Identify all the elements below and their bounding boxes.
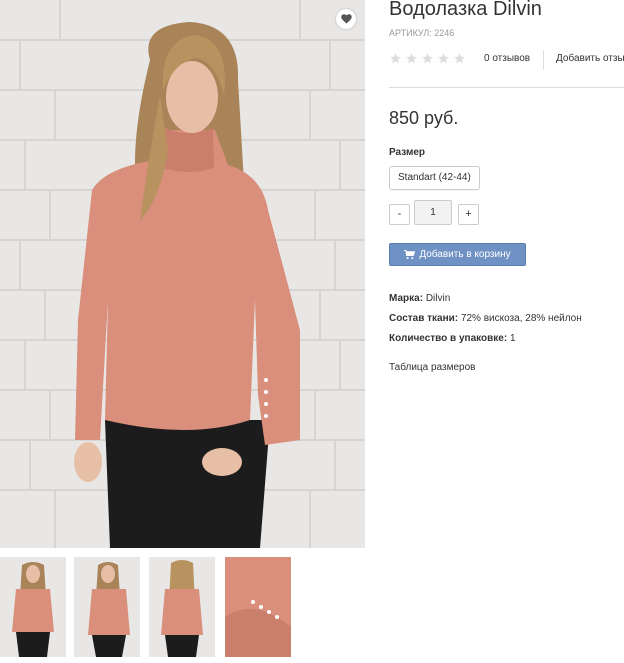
reviews-count-link[interactable]: 0 отзывов: [484, 53, 530, 64]
rating-stars[interactable]: [389, 52, 466, 65]
thumbnail-4[interactable]: [225, 557, 291, 657]
thumbnail-1[interactable]: [0, 557, 66, 657]
star-icon[interactable]: [405, 52, 418, 65]
product-price: 850 руб.: [389, 108, 459, 128]
attribute-row: Марка: Dilvin: [389, 289, 582, 309]
quantity-decrease-button[interactable]: -: [389, 204, 410, 225]
star-icon[interactable]: [437, 52, 450, 65]
thumbnail-3[interactable]: [149, 557, 215, 657]
attribute-value: Dilvin: [425, 293, 451, 304]
size-option-button[interactable]: Standart (42-44): [389, 166, 480, 190]
star-icon[interactable]: [453, 52, 466, 65]
product-sku: АРТИКУЛ: 2246: [389, 28, 455, 38]
divider: [389, 87, 624, 88]
quantity-increase-button[interactable]: +: [458, 204, 479, 225]
size-table-link[interactable]: Таблица размеров: [389, 362, 475, 373]
product-attributes: Марка: Dilvin Состав ткани: 72% вискоза,…: [389, 289, 582, 349]
star-icon[interactable]: [389, 52, 402, 65]
attribute-label: Количество в упаковке:: [389, 333, 508, 344]
heart-icon: [340, 14, 352, 24]
attribute-value: 1: [509, 333, 516, 344]
attribute-value: 72% вискоза, 28% нейлон: [460, 313, 582, 324]
product-title: Водолазка Dilvin: [389, 0, 542, 20]
wishlist-button[interactable]: [336, 9, 356, 29]
size-label: Размер: [389, 147, 426, 158]
thumbnail-strip: [0, 557, 300, 657]
attribute-row: Состав ткани: 72% вискоза, 28% нейлон: [389, 309, 582, 329]
thumbnail-2[interactable]: [74, 557, 140, 657]
add-to-cart-label: Добавить в корзину: [419, 249, 511, 260]
add-review-link[interactable]: Добавить отзыв: [556, 53, 624, 64]
product-main-image[interactable]: [0, 0, 365, 548]
star-icon[interactable]: [421, 52, 434, 65]
divider: [543, 50, 544, 70]
attribute-label: Состав ткани:: [389, 313, 459, 324]
attribute-label: Марка:: [389, 293, 424, 304]
attribute-row: Количество в упаковке: 1: [389, 329, 582, 349]
cart-icon: [404, 249, 416, 259]
add-to-cart-button[interactable]: Добавить в корзину: [389, 243, 526, 266]
quantity-input[interactable]: 1: [414, 200, 452, 225]
